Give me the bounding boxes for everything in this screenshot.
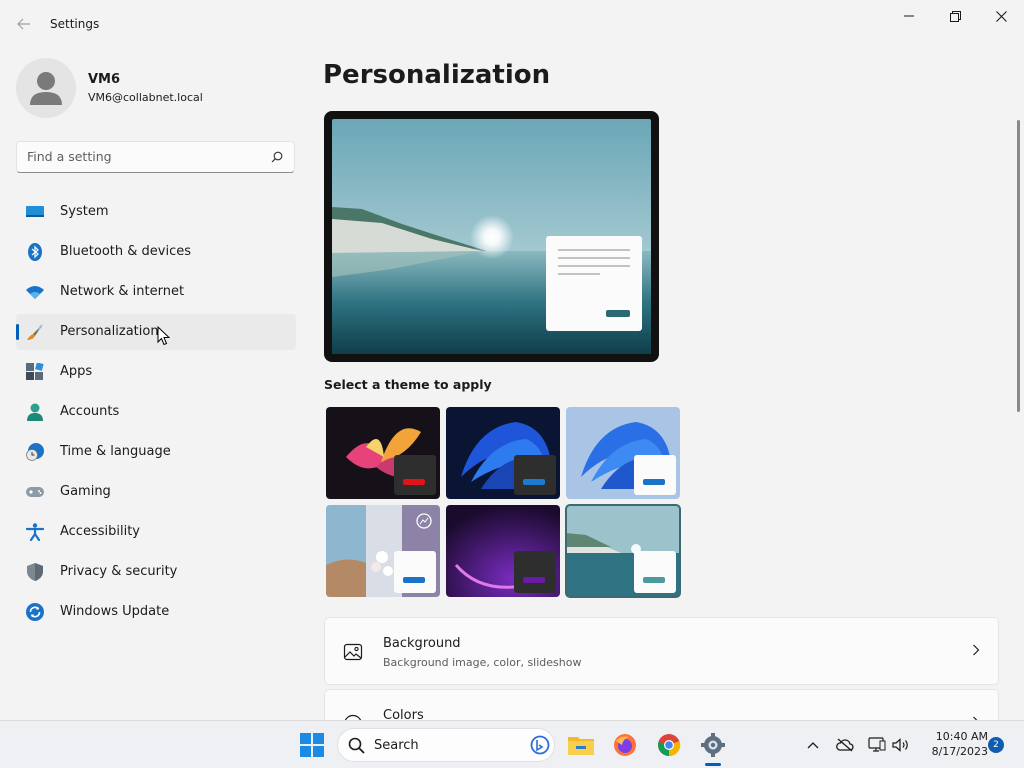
chevron-right-icon [973,644,980,656]
start-button[interactable] [297,730,327,760]
settings-search-box[interactable] [16,141,295,173]
theme-glow[interactable] [326,407,440,499]
sidebar-item-label: Bluetooth & devices [60,244,191,259]
bluetooth-icon [28,243,42,261]
image-icon [343,643,363,661]
firefox-button[interactable] [610,730,640,760]
sidebar-item-label: Windows Update [60,604,170,619]
search-icon [348,737,365,754]
theme-windows-light[interactable] [566,407,680,499]
shield-icon [27,563,43,581]
theme-grid [324,405,684,599]
theme-captured-motion[interactable] [446,505,560,597]
window-title: Settings [50,17,100,31]
chrome-icon [658,734,681,757]
bing-chat-icon[interactable] [530,735,550,755]
firefox-icon [614,734,636,756]
card-title: Background [383,636,461,651]
sidebar-item-privacy[interactable]: Privacy & security [16,554,296,590]
main-scrollbar[interactable] [1017,120,1020,412]
minimize-button[interactable] [886,0,932,32]
taskbar-search-box[interactable]: Search [337,728,555,762]
desktop-preview-image [332,119,651,354]
theme-flow[interactable] [565,504,681,598]
sidebar-item-label: Personalization [60,324,159,339]
network-icon [868,737,886,752]
close-button[interactable] [978,0,1024,32]
sidebar-item-accessibility[interactable]: Accessibility [16,514,296,550]
apps-icon [26,363,44,380]
gamepad-icon [26,487,44,497]
taskbar-search-label: Search [374,738,419,753]
active-app-indicator [705,763,721,766]
accessibility-icon [26,523,44,541]
notification-badge[interactable]: 2 [988,737,1004,753]
windows-logo-icon [300,733,324,757]
file-explorer-button[interactable] [566,730,596,760]
sidebar-item-apps[interactable]: Apps [16,354,296,390]
volume-button[interactable] [886,730,916,760]
mouse-cursor-icon [157,326,170,346]
chrome-button[interactable] [654,730,684,760]
taskbar: Search 10:40 AM 8/17/2023 2 [0,720,1024,768]
speaker-icon [892,738,908,752]
theme-preview [324,111,659,362]
clock-time: 10:40 AM [935,730,988,743]
sidebar-item-label: Network & internet [60,284,185,299]
theme-windows-dark[interactable] [446,407,560,499]
user-email: VM6@collabnet.local [88,91,203,104]
sidebar-item-network[interactable]: Network & internet [16,274,296,310]
wifi-icon [26,286,44,299]
sidebar-item-label: Time & language [60,444,171,459]
sidebar-item-label: Accounts [60,404,120,419]
show-hidden-icons-button[interactable] [798,730,828,760]
sidebar-item-label: Gaming [60,484,111,499]
taskbar-clock[interactable]: 10:40 AM 8/17/2023 [918,729,988,759]
sidebar-item-personalization[interactable]: Personalization [16,314,296,350]
page-title: Personalization [323,60,551,90]
user-silhouette-icon [30,72,62,105]
onedrive-button[interactable] [830,730,860,760]
title-bar: Settings [0,0,1024,48]
globe-clock-icon [26,443,44,461]
sidebar-item-system[interactable]: System [16,194,296,230]
background-settings-card[interactable]: Background Background image, color, slid… [324,617,999,685]
back-arrow-icon[interactable] [14,14,34,34]
folder-icon [568,737,594,755]
avatar[interactable] [16,58,76,118]
sidebar-item-accounts[interactable]: Accounts [16,394,296,430]
user-name: VM6 [88,72,121,87]
sidebar-nav: System Bluetooth & devices Network & int… [16,194,296,634]
chevron-up-icon [807,742,819,749]
sidebar-item-label: Apps [60,364,93,379]
theme-spotlight[interactable] [326,505,440,597]
settings-taskbar-button[interactable] [698,730,728,760]
sidebar-item-bluetooth[interactable]: Bluetooth & devices [16,234,296,270]
sidebar-item-windows-update[interactable]: Windows Update [16,594,296,630]
search-input[interactable] [27,149,257,164]
sidebar-item-label: Privacy & security [60,564,178,579]
sidebar-item-label: System [60,204,109,219]
person-icon [27,403,43,421]
monitor-icon [26,206,44,217]
sidebar-item-gaming[interactable]: Gaming [16,474,296,510]
card-subtitle: Background image, color, slideshow [383,656,582,669]
gear-icon [701,733,725,757]
restore-button[interactable] [932,0,978,32]
search-icon[interactable] [271,151,283,163]
clock-date: 8/17/2023 [931,745,988,758]
paintbrush-icon [27,324,43,340]
themes-section-label: Select a theme to apply [324,377,492,392]
sidebar-item-label: Accessibility [60,524,140,539]
sidebar-item-time-language[interactable]: Time & language [16,434,296,470]
update-icon [26,603,44,621]
cloud-offline-icon [836,738,854,752]
